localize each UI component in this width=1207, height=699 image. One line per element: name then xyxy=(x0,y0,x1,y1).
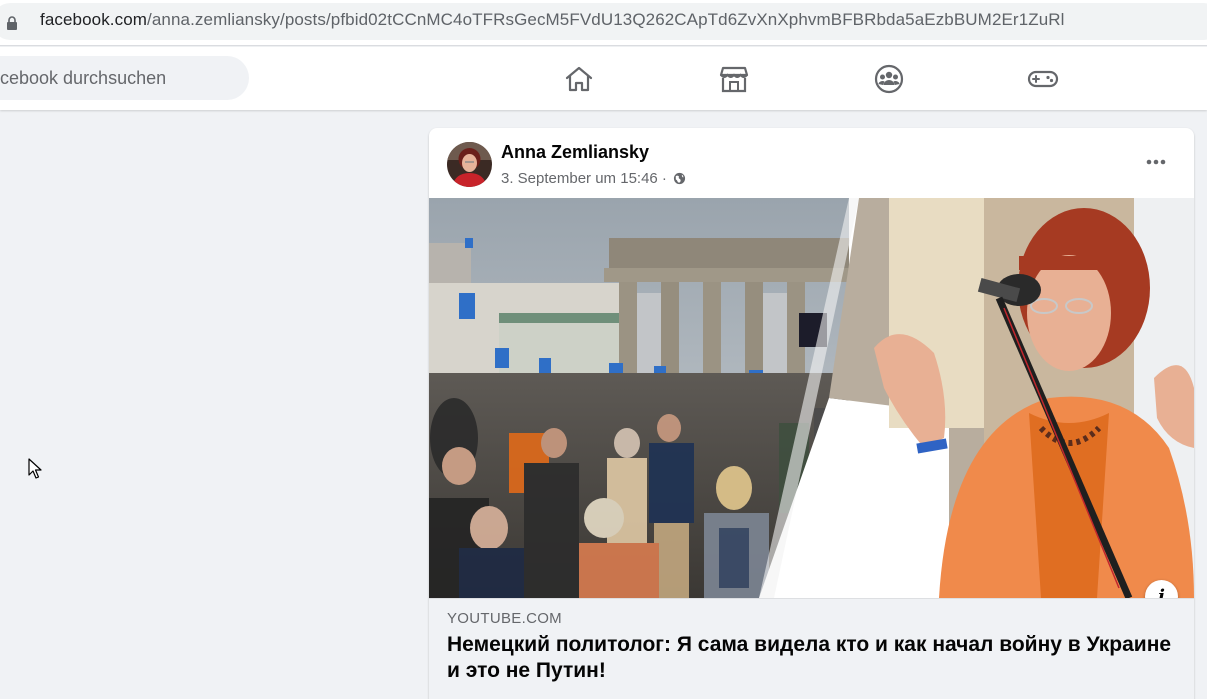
link-title[interactable]: Немецкий политолог: Я сама видела кто и … xyxy=(447,632,1177,684)
link-thumbnail-image[interactable] xyxy=(429,198,1194,598)
post-author[interactable]: Anna Zemliansky xyxy=(501,142,649,163)
globe-icon[interactable] xyxy=(673,172,686,185)
link-domain: YOUTUBE.COM xyxy=(447,610,562,627)
gaming-icon[interactable] xyxy=(1027,63,1059,95)
avatar[interactable] xyxy=(447,142,492,187)
post-card: Anna Zemliansky 3. September um 15:46 · xyxy=(429,128,1194,699)
more-options-icon[interactable] xyxy=(1140,148,1172,176)
lock-icon[interactable] xyxy=(6,16,18,30)
home-icon[interactable] xyxy=(563,63,595,95)
post-timestamp[interactable]: 3. September um 15:46 · xyxy=(501,170,667,187)
facebook-top-nav: cebook durchsuchen xyxy=(0,47,1207,110)
groups-icon[interactable] xyxy=(873,63,905,95)
browser-address-bar: facebook.com/anna.zemliansky/posts/pfbid… xyxy=(0,0,1207,46)
marketplace-icon[interactable] xyxy=(718,63,750,95)
url-text[interactable]: facebook.com/anna.zemliansky/posts/pfbid… xyxy=(40,10,1065,30)
link-preview[interactable]: YOUTUBE.COM Немецкий политолог: Я сама в… xyxy=(429,598,1194,699)
search-input[interactable]: cebook durchsuchen xyxy=(0,56,249,100)
mouse-pointer-icon xyxy=(28,458,42,479)
search-placeholder: cebook durchsuchen xyxy=(0,68,167,88)
post-meta: 3. September um 15:46 · xyxy=(501,170,686,187)
url-host: facebook.com xyxy=(40,10,148,29)
url-path: /anna.zemliansky/posts/pfbid02tCCnMC4oTF… xyxy=(147,10,1065,29)
